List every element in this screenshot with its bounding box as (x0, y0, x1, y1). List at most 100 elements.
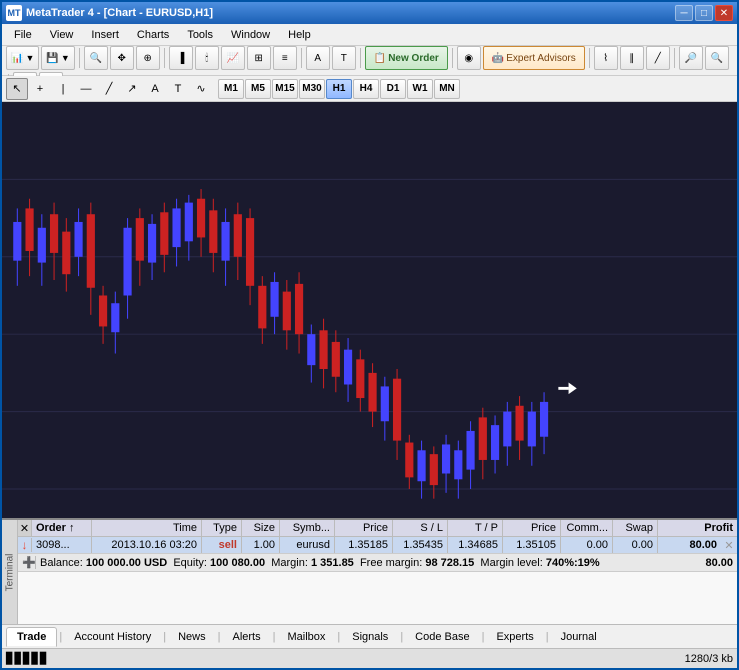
move-btn[interactable]: ✥ (110, 46, 134, 70)
crosshair-tool-btn[interactable]: + (29, 78, 51, 100)
menu-file[interactable]: File (6, 27, 40, 43)
text-btn[interactable]: A (144, 78, 166, 100)
order-time: 2013.10.16 03:20 (92, 537, 202, 553)
chart-type-bar-btn[interactable]: ▐ (169, 46, 193, 70)
order-tp: 1.34685 (448, 537, 503, 553)
label-btn[interactable]: T (167, 78, 189, 100)
tf-h1[interactable]: H1 (326, 79, 352, 99)
status-right: 1280/3 kb (685, 653, 733, 665)
tf-m1[interactable]: M1 (218, 79, 244, 99)
trendline-btn[interactable]: ╱ (98, 78, 120, 100)
order-row-0[interactable]: ↓ 3098... 2013.10.16 03:20 sell 1.00 eur… (18, 537, 737, 554)
col-time[interactable]: Time (92, 520, 202, 536)
market-watch-btn[interactable]: ◉ (457, 46, 481, 70)
multi-line-btn[interactable]: ∿ (190, 78, 212, 100)
line-studies-btn[interactable]: ╱ (646, 46, 670, 70)
menu-tools[interactable]: Tools (179, 27, 221, 43)
grid-btn[interactable]: ⊞ (247, 46, 271, 70)
minimize-button[interactable]: ─ (675, 5, 693, 21)
col-order[interactable]: Order ↑ (32, 520, 92, 536)
period-sep-btn[interactable]: ∥ (620, 46, 644, 70)
col-profit[interactable]: Profit (658, 520, 737, 536)
col-commission[interactable]: Comm... (561, 520, 613, 536)
tf-m30[interactable]: M30 (299, 79, 325, 99)
tf-w1[interactable]: W1 (407, 79, 433, 99)
order-open-price: 1.35185 (335, 537, 393, 553)
tf-d1[interactable]: D1 (380, 79, 406, 99)
zoom-in-btn[interactable]: 🔍 (84, 46, 108, 70)
status-bar: ▊▊▊▊▊ 1280/3 kb (2, 648, 737, 668)
order-type: sell (202, 537, 242, 553)
menu-insert[interactable]: Insert (83, 27, 127, 43)
zoom-out-chart-btn[interactable]: 🔍 (705, 46, 729, 70)
menu-charts[interactable]: Charts (129, 27, 177, 43)
tf-h4[interactable]: H4 (353, 79, 379, 99)
equity-label: Equity: (173, 557, 207, 569)
close-terminal-btn[interactable]: ✕ (18, 520, 32, 536)
free-margin-value: 98 728.15 (425, 557, 474, 569)
app-icon: MT (6, 5, 22, 21)
menu-help[interactable]: Help (280, 27, 319, 43)
tab-journal[interactable]: Journal (551, 628, 607, 646)
tf-mn[interactable]: MN (434, 79, 460, 99)
zoom-in-chart-btn[interactable]: 🔎 (679, 46, 703, 70)
tab-signals[interactable]: Signals (342, 628, 398, 646)
chart-type-line-btn[interactable]: 📈 (221, 46, 245, 70)
arrow-btn[interactable]: ↗ (121, 78, 143, 100)
tab-news[interactable]: News (168, 628, 216, 646)
expand-balance-btn[interactable]: ➕ (22, 556, 36, 569)
col-size[interactable]: Size (242, 520, 280, 536)
margin-level-label: Margin level: (480, 557, 542, 569)
col-price[interactable]: Price (335, 520, 393, 536)
tab-sep-5: | (337, 631, 340, 643)
vertical-line-btn[interactable]: | (52, 78, 74, 100)
menu-window[interactable]: Window (223, 27, 278, 43)
col-sl[interactable]: S / L (393, 520, 448, 536)
maximize-button[interactable]: □ (695, 5, 713, 21)
col-symbol[interactable]: Symb... (280, 520, 335, 536)
close-button[interactable]: ✕ (715, 5, 733, 21)
table-header-row: ✕ Order ↑ Time Type Size Symb... Price S… (18, 520, 737, 537)
chart-area[interactable] (2, 102, 737, 518)
sep5 (452, 48, 453, 68)
crosshair-btn[interactable]: ⊕ (136, 46, 160, 70)
expert-advisors-button[interactable]: 🤖 Expert Advisors (483, 46, 585, 70)
col-close-price[interactable]: Price (503, 520, 561, 536)
chart-type-candle-btn[interactable]: 🕯 (195, 46, 219, 70)
save-btn[interactable]: 💾 ▼ (41, 46, 74, 70)
autoscroll-btn[interactable]: A (306, 46, 330, 70)
volume-btn[interactable]: ≡ (273, 46, 297, 70)
shift-btn[interactable]: T (332, 46, 356, 70)
col-tp[interactable]: T / P (448, 520, 503, 536)
new-order-button[interactable]: 📋 New Order (365, 46, 448, 70)
cursor-icon: ↖ (12, 82, 21, 95)
tf-m5[interactable]: M5 (245, 79, 271, 99)
kb-usage: 1280/3 kb (685, 653, 733, 665)
sep3 (301, 48, 302, 68)
order-close-price: 1.35105 (503, 537, 561, 553)
margin-value: 1 351.85 (311, 557, 354, 569)
tab-experts[interactable]: Experts (486, 628, 543, 646)
order-swap: 0.00 (613, 537, 658, 553)
new-chart-btn[interactable]: 📊 ▼ (6, 46, 39, 70)
tab-trade[interactable]: Trade (6, 627, 57, 647)
tab-sep-6: | (400, 631, 403, 643)
menu-view[interactable]: View (42, 27, 82, 43)
bar-chart-icon: ▐ (177, 53, 184, 64)
hline-btn[interactable]: — (75, 78, 97, 100)
tab-alerts[interactable]: Alerts (222, 628, 270, 646)
sep7 (674, 48, 675, 68)
ea-icon: 🤖 (492, 53, 504, 64)
tab-account-history[interactable]: Account History (64, 628, 161, 646)
indicator-icon: ⌇ (603, 53, 608, 64)
tab-mailbox[interactable]: Mailbox (277, 628, 335, 646)
select-tool-btn[interactable]: ↖ (6, 78, 28, 100)
tab-code-base[interactable]: Code Base (405, 628, 479, 646)
title-bar-left: MT MetaTrader 4 - [Chart - EURUSD,H1] (6, 5, 213, 21)
col-swap[interactable]: Swap (613, 520, 658, 536)
col-type[interactable]: Type (202, 520, 242, 536)
close-order-btn[interactable]: ✕ (721, 539, 737, 552)
title-bar-controls: ─ □ ✕ (675, 5, 733, 21)
indicators-btn[interactable]: ⌇ (594, 46, 618, 70)
tf-m15[interactable]: M15 (272, 79, 298, 99)
